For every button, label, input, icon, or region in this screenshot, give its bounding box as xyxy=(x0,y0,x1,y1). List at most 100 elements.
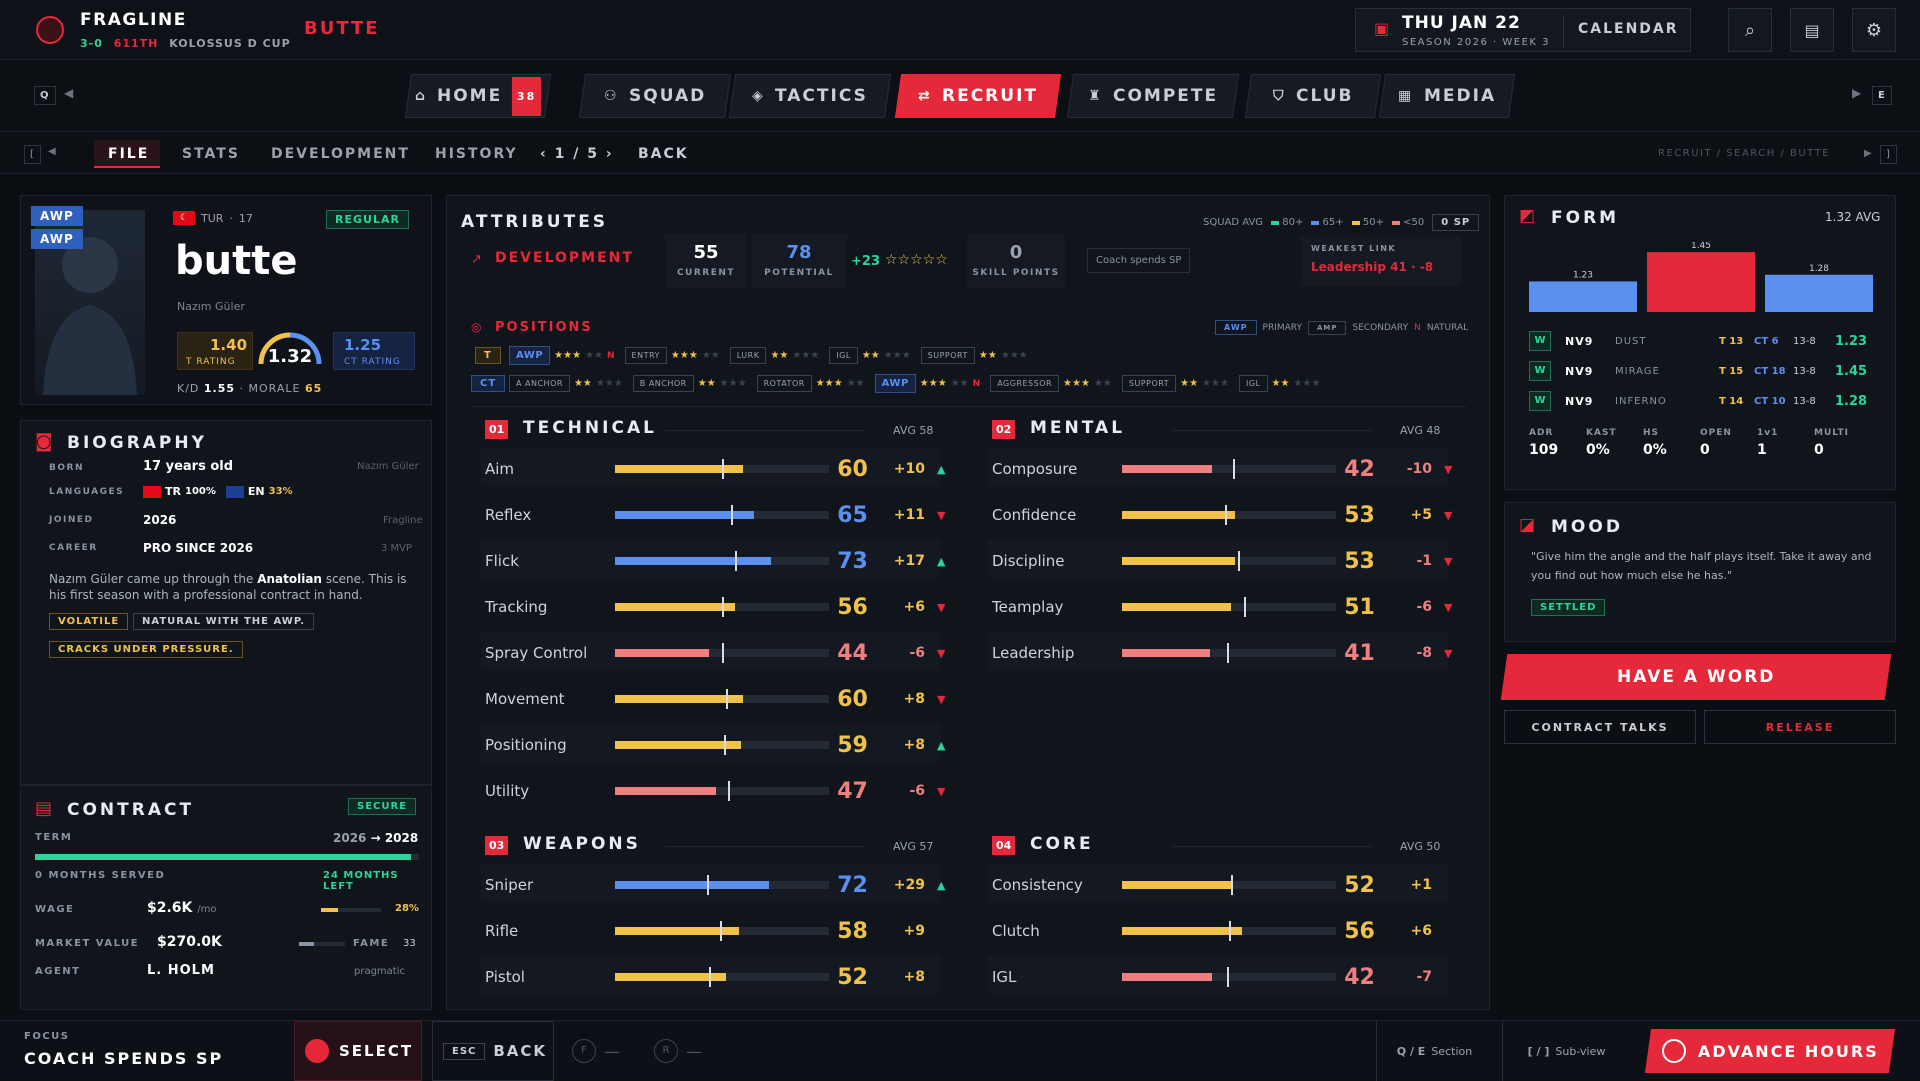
tab-recruit[interactable]: ⇄ RECRUIT xyxy=(894,74,1062,118)
attribute-row[interactable]: Discipline 53 -1 ▼ xyxy=(992,542,1452,580)
attribute-row[interactable]: Aim 60 +10 ▲ xyxy=(485,450,945,488)
attribute-bar-fill xyxy=(1122,557,1236,565)
lang2: EN xyxy=(247,485,265,498)
settings-button[interactable]: ⚙ xyxy=(1852,8,1896,52)
release-button[interactable]: RELEASE xyxy=(1704,710,1896,744)
advance-hours-button[interactable]: ADVANCE HOURS xyxy=(1644,1029,1896,1073)
bottom-bar: FOCUS COACH SPENDS SP SELECT ESC BACK F … xyxy=(0,1020,1920,1081)
attribute-row[interactable]: Composure 42 -10 ▼ xyxy=(992,450,1452,488)
months-served: 0 MONTHS SERVED xyxy=(35,870,166,881)
tab-tactics-label: TACTICS xyxy=(774,86,868,106)
attribute-row[interactable]: Tracking 56 +6 ▼ xyxy=(485,588,945,626)
born-note: Nazım Güler xyxy=(357,461,419,472)
position-role-chip: A ANCHOR xyxy=(509,375,570,392)
turkey-flag-icon xyxy=(143,485,161,498)
attribute-delta: +8 xyxy=(903,691,925,707)
attribute-row[interactable]: Reflex 65 +11 ▼ xyxy=(485,496,945,534)
attribute-row[interactable]: Flick 73 +17 ▲ xyxy=(485,542,945,580)
career-value: PRO SINCE 2026 xyxy=(143,541,254,555)
position-role-chip: IGL xyxy=(829,347,858,364)
attribute-delta: +9 xyxy=(903,923,925,939)
section-divider xyxy=(1172,430,1372,431)
f-key-hint[interactable]: F — xyxy=(572,1039,620,1063)
tab-home[interactable]: ⌂ HOME 38 xyxy=(404,74,552,118)
subtab-development[interactable]: DEVELOPMENT xyxy=(271,146,410,162)
attribute-row[interactable]: Movement 60 +8 ▼ xyxy=(485,680,945,718)
back-link[interactable]: BACK xyxy=(638,146,689,162)
attribute-row[interactable]: Spray Control 44 -6 ▼ xyxy=(485,634,945,672)
tab-squad[interactable]: ⚇ SQUAD xyxy=(578,74,732,118)
form-stat-value: 1 xyxy=(1757,442,1767,458)
attribute-row[interactable]: IGL 42 -7 xyxy=(992,958,1452,996)
select-button[interactable]: SELECT xyxy=(294,1021,422,1081)
weakest-link-box: WEAKEST LINK Leadership 41 · -8 xyxy=(1301,236,1461,286)
attributes-title: ATTRIBUTES xyxy=(461,212,609,232)
attribute-row[interactable]: Pistol 52 +8 xyxy=(485,958,945,996)
attribute-row[interactable]: Sniper 72 +29 ▲ xyxy=(485,866,945,904)
subtab-file[interactable]: FILE xyxy=(108,146,149,162)
contract-talks-label: CONTRACT TALKS xyxy=(1531,720,1669,734)
mood-quote: "Give him the angle and the half plays i… xyxy=(1531,550,1872,582)
attribute-row[interactable]: Leadership 41 -8 ▼ xyxy=(992,634,1452,672)
attribute-row[interactable]: Clutch 56 +6 xyxy=(992,912,1452,950)
t-rating-box: 1.40 T RATING xyxy=(177,332,253,370)
trend-icon: ↗ xyxy=(471,252,482,267)
match-row[interactable]: W NV9 INFERNO T 14 CT 10 13-8 1.28 xyxy=(1529,386,1873,416)
attribute-row[interactable]: Consistency 52 +1 xyxy=(992,866,1452,904)
attribute-bar xyxy=(615,643,829,663)
legend-50-text: 50+ xyxy=(1362,217,1384,228)
tab-media[interactable]: ▦ MEDIA xyxy=(1378,74,1516,118)
fame-value: 33 xyxy=(403,938,416,949)
subtab-history[interactable]: HISTORY xyxy=(435,146,518,162)
born-label: BORN xyxy=(49,463,84,473)
subnav-prev-key[interactable]: [ xyxy=(24,145,41,164)
attribute-name: Discipline xyxy=(992,552,1065,570)
nav-next-key[interactable]: E xyxy=(1872,86,1892,105)
match-row[interactable]: W NV9 DUST T 13 CT 6 13-8 1.23 xyxy=(1529,326,1873,356)
attribute-bar-fill xyxy=(615,557,772,565)
subtab-stats[interactable]: STATS xyxy=(182,146,240,162)
r-key-hint[interactable]: R — xyxy=(654,1039,702,1063)
save-button[interactable]: ▤ xyxy=(1790,8,1834,52)
calendar-button[interactable]: CALENDAR xyxy=(1578,21,1679,37)
have-a-word-button[interactable]: HAVE A WORD xyxy=(1500,654,1892,700)
attribute-name: Reflex xyxy=(485,506,532,524)
attribute-delta: +8 xyxy=(903,737,925,753)
contract-talks-button[interactable]: CONTRACT TALKS xyxy=(1504,710,1696,744)
contract-title: CONTRACT xyxy=(67,800,195,820)
attribute-row[interactable]: Confidence 53 +5 ▼ xyxy=(992,496,1452,534)
form-bar xyxy=(1529,281,1637,312)
attribute-row[interactable]: Positioning 59 +8 ▲ xyxy=(485,726,945,764)
top-bar: FRAGLINE 3-0 611TH KOLOSSUS D CUP BUTTE … xyxy=(0,0,1920,60)
squad-avg-marker xyxy=(722,459,724,479)
release-label: RELEASE xyxy=(1765,720,1835,734)
potential-value: 78 xyxy=(786,242,812,263)
pager[interactable]: ‹ 1 / 5 › xyxy=(540,146,614,162)
contract-status-badge: SECURE xyxy=(348,798,417,815)
wage-value: $2.6K /mo xyxy=(147,900,217,916)
player-kd-morale: K/D 1.55 · MORALE 65 xyxy=(177,382,323,395)
attribute-value: 53 xyxy=(1344,502,1375,528)
arrow-down-icon: ▼ xyxy=(1444,600,1453,614)
nav-prev-key[interactable]: Q xyxy=(34,86,56,105)
match-row[interactable]: W NV9 MIRAGE T 15 CT 18 13-8 1.45 xyxy=(1529,356,1873,386)
position-role-chip: AGGRESSOR xyxy=(990,375,1060,392)
attribute-row[interactable]: Utility 47 -6 ▼ xyxy=(485,772,945,810)
attribute-bar xyxy=(1122,597,1336,617)
position-role-empty-stars: ★★★ xyxy=(595,378,623,389)
attribute-row[interactable]: Rifle 58 +9 xyxy=(485,912,945,950)
tab-tactics[interactable]: ◈ TACTICS xyxy=(728,74,892,118)
legend-awp: AWP xyxy=(1215,320,1257,335)
tab-club[interactable]: ⛉ CLUB xyxy=(1244,74,1382,118)
date-widget[interactable]: ▣ THU JAN 22 SEASON 2026 · WEEK 3 CALEND… xyxy=(1355,8,1691,52)
attribute-bar-fill xyxy=(1122,465,1212,473)
attribute-name: Consistency xyxy=(992,876,1083,894)
coach-spends-toggle[interactable]: Coach spends SP xyxy=(1087,248,1191,273)
search-button[interactable]: ⌕ xyxy=(1728,8,1772,52)
attribute-row[interactable]: Teamplay 51 -6 ▼ xyxy=(992,588,1452,626)
subnav-next-key[interactable]: ] xyxy=(1880,145,1897,164)
term-from: 2026 xyxy=(333,831,367,845)
tab-compete[interactable]: ♜ COMPETE xyxy=(1066,74,1240,118)
squad-avg-marker xyxy=(1231,875,1234,895)
back-button[interactable]: ESC BACK xyxy=(432,1021,554,1081)
